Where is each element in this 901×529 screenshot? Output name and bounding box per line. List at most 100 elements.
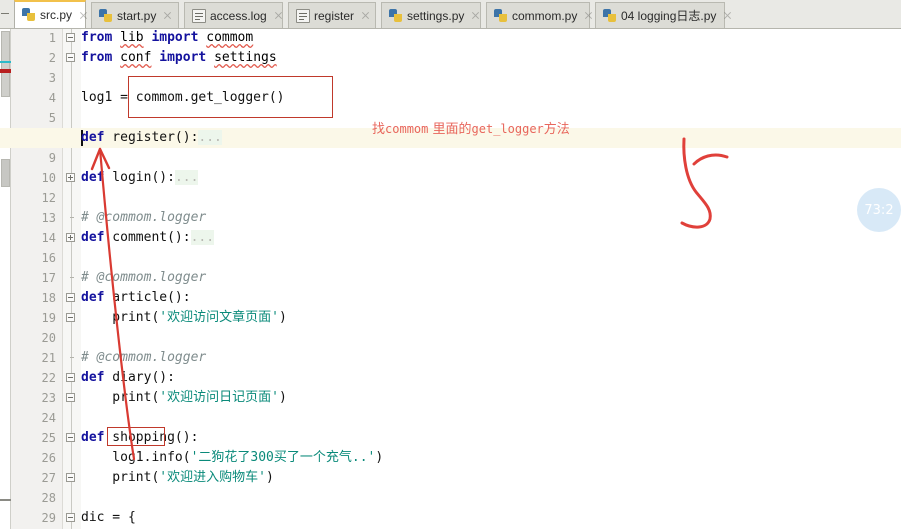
code-token: # @commom.logger [81, 270, 207, 285]
line-number: 25 [41, 431, 56, 445]
code-token: ... [174, 170, 199, 185]
code-token: import [151, 30, 199, 45]
fold-guide-tail [70, 357, 74, 358]
code-token: # @commom.logger [81, 210, 207, 225]
code-token: diary(): [104, 370, 175, 385]
code-editor[interactable]: 1234569101213141617181920212223242526272… [0, 29, 901, 529]
annotation-note-text: 找commom 里面的get_logger方法 [372, 118, 570, 137]
python-file-icon [494, 8, 508, 23]
line-number: 3 [48, 71, 56, 85]
close-icon[interactable] [162, 10, 173, 21]
code-token: '欢迎访问日记页面' [159, 390, 279, 405]
marker-bottom-tick[interactable] [0, 499, 11, 501]
code-line[interactable]: def diary(): [81, 368, 175, 388]
fold-collapse-icon[interactable] [66, 313, 75, 322]
tab-label: commom.py [512, 8, 578, 23]
line-number: 27 [41, 471, 56, 485]
code-token: 买了一个充气..' [273, 450, 376, 465]
code-line[interactable]: print('欢迎访问日记页面') [81, 388, 287, 408]
annotation-box-get-logger [128, 76, 333, 118]
code-token: dic = { [81, 510, 136, 525]
code-line[interactable]: def comment():... [81, 228, 215, 248]
code-line[interactable]: # @commom.logger [81, 208, 206, 228]
marker-strip-thumb-lower[interactable] [1, 159, 10, 187]
tab-src-py[interactable]: src.py [14, 0, 86, 28]
code-token: def [81, 370, 105, 385]
code-line[interactable]: # @commom.logger [81, 348, 206, 368]
annotation-note-part-1: 找 [372, 122, 386, 137]
code-token: print( [81, 390, 160, 405]
code-token: log1.info( [81, 450, 191, 465]
annotation-note-part-4: get_logger [471, 122, 544, 136]
close-icon[interactable] [78, 10, 89, 21]
tab-commom-py[interactable]: commom.py [486, 2, 590, 28]
line-number-gutter: 1234569101213141617181920212223242526272… [11, 29, 63, 529]
code-line[interactable]: from conf import settings [81, 48, 277, 68]
code-token: '二狗花了 [190, 450, 251, 465]
line-number: 16 [41, 251, 56, 265]
code-token: ... [198, 130, 222, 145]
line-number: 17 [41, 271, 56, 285]
code-token: from [81, 30, 113, 45]
close-icon[interactable] [470, 10, 481, 21]
code-token: ) [278, 390, 287, 405]
line-number: 22 [41, 371, 56, 385]
fold-expand-icon[interactable] [66, 233, 75, 242]
tab-access-log[interactable]: access.log [184, 2, 283, 28]
fold-collapse-icon[interactable] [66, 473, 75, 482]
code-line[interactable]: def login():... [81, 168, 199, 188]
code-token: settings [214, 50, 277, 65]
close-icon[interactable] [722, 10, 733, 21]
tab-start-py[interactable]: start.py [91, 2, 179, 28]
fold-collapse-icon[interactable] [66, 513, 75, 522]
code-fold-column[interactable] [63, 29, 81, 529]
code-line[interactable]: # @commom.logger [81, 268, 206, 288]
code-line[interactable]: print('欢迎访问文章页面') [81, 308, 286, 328]
code-line[interactable]: from lib import commom [81, 29, 253, 48]
code-token: print( [81, 470, 160, 485]
fold-expand-icon[interactable] [66, 173, 75, 182]
annotation-box-log1 [107, 427, 165, 446]
fold-collapse-icon[interactable] [66, 53, 75, 62]
marker-info-tick[interactable] [0, 61, 11, 63]
close-icon[interactable] [273, 10, 284, 21]
code-token: register(): [104, 130, 199, 145]
code-token: print( [81, 310, 160, 325]
python-file-icon [603, 8, 617, 23]
code-token: def [81, 230, 105, 245]
fold-collapse-icon[interactable] [66, 293, 75, 302]
line-number: 26 [41, 451, 56, 465]
line-number: 14 [41, 231, 56, 245]
line-number: 12 [41, 191, 56, 205]
code-line[interactable]: def article(): [81, 288, 191, 308]
marker-error-tick[interactable] [0, 69, 11, 73]
text-file-icon [192, 8, 206, 23]
fold-collapse-icon[interactable] [66, 393, 75, 402]
close-icon[interactable] [583, 10, 594, 21]
annotation-note-part-5: 方法 [543, 122, 570, 137]
fold-collapse-icon[interactable] [66, 373, 75, 382]
code-line[interactable]: dic = { [81, 508, 136, 528]
editor-tab-bar: src.py start.py access.log register sett… [0, 0, 901, 29]
tab-settings-py[interactable]: settings.py [381, 2, 481, 28]
code-line[interactable]: log1.info('二狗花了300买了一个充气..') [81, 448, 383, 468]
code-token: def [81, 290, 105, 305]
code-token: ) [375, 450, 384, 465]
fold-collapse-icon[interactable] [66, 33, 75, 42]
code-line[interactable]: print('欢迎进入购物车') [81, 468, 273, 488]
close-icon[interactable] [360, 10, 371, 21]
editor-marker-strip[interactable] [0, 29, 11, 529]
line-number: 18 [41, 291, 56, 305]
code-token: def [81, 170, 105, 185]
line-number: 4 [48, 91, 56, 105]
tab-label: src.py [40, 8, 73, 22]
marker-strip-thumb-upper[interactable] [1, 31, 10, 97]
tab-04-logging-rizhi-py[interactable]: 04 logging日志.py [595, 2, 725, 28]
tab-register[interactable]: register [288, 2, 376, 28]
code-token: conf [120, 50, 152, 65]
tab-label: start.py [117, 8, 157, 23]
fold-collapse-icon[interactable] [66, 433, 75, 442]
line-number: 13 [41, 211, 56, 225]
code-line[interactable]: def register():... [81, 128, 222, 148]
